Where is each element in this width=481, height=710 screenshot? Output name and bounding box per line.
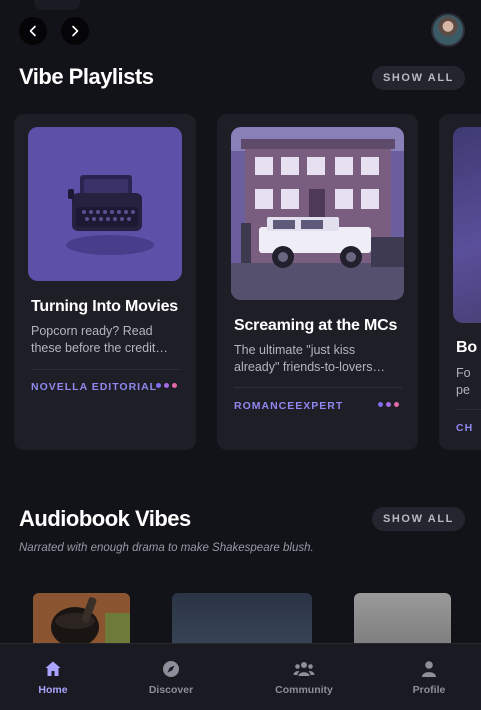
user-avatar[interactable] <box>431 13 465 47</box>
playlist-title: Turning Into Movies <box>31 298 179 315</box>
divider <box>31 369 181 370</box>
section-title-audiobook-vibes: Audiobook Vibes <box>19 506 191 531</box>
playlist-title: Screaming at the MCs <box>234 317 398 334</box>
more-options-icon[interactable] <box>156 383 177 388</box>
chevron-right-icon <box>72 25 79 37</box>
compass-icon <box>163 660 179 677</box>
playlist-description-line-2: pe <box>456 383 470 397</box>
house-with-jeep-image <box>231 127 404 300</box>
playlist-card[interactable]: Turning Into Movies Popcorn ready? Read … <box>14 114 196 450</box>
show-all-audiobooks-button[interactable]: SHOW ALL <box>371 507 465 531</box>
forward-button[interactable] <box>61 17 89 45</box>
playlist-author: CH <box>456 422 474 434</box>
playlist-card[interactable]: Screaming at the MCs The ultimate "just … <box>217 114 418 450</box>
section-title-vibe-playlists: Vibe Playlists <box>19 64 154 89</box>
nav-discover[interactable]: Discover <box>137 644 205 710</box>
nav-community[interactable]: Community <box>268 644 340 710</box>
nav-label-profile: Profile <box>412 683 446 696</box>
divider <box>234 387 402 388</box>
nav-profile[interactable]: Profile <box>405 644 453 710</box>
bottom-navigation: Home Discover Community Profile <box>0 643 481 710</box>
nav-label-community: Community <box>275 683 333 696</box>
show-all-playlists-button[interactable]: SHOW ALL <box>371 66 465 90</box>
playlist-author: ROMANCEEXPERT <box>234 400 344 412</box>
divider <box>456 409 481 410</box>
nav-label-home: Home <box>38 683 68 696</box>
playlist-title: Bo <box>456 339 477 356</box>
home-icon <box>45 661 61 676</box>
playlist-author: NOVELLA EDITORIAL <box>31 381 158 393</box>
community-icon <box>293 661 315 676</box>
playlist-description: Popcorn ready? Read these before the cre… <box>31 324 168 355</box>
profile-icon <box>422 660 436 677</box>
section-subtitle: Narrated with enough drama to make Shake… <box>19 542 314 554</box>
back-button[interactable] <box>19 17 47 45</box>
nav-home[interactable]: Home <box>24 644 82 710</box>
nav-label-discover: Discover <box>148 683 194 696</box>
playlist-card[interactable]: Bo Fo pe CH <box>439 114 481 450</box>
chevron-left-icon <box>29 25 36 37</box>
top-ghost-element <box>34 0 80 10</box>
more-options-icon[interactable] <box>378 402 399 407</box>
playlist-description: The ultimate "just kiss already" friends… <box>234 343 386 374</box>
typewriter-image <box>28 127 182 281</box>
playlist-description-line-1: Fo <box>456 366 471 380</box>
partial-cover-image <box>453 127 481 323</box>
